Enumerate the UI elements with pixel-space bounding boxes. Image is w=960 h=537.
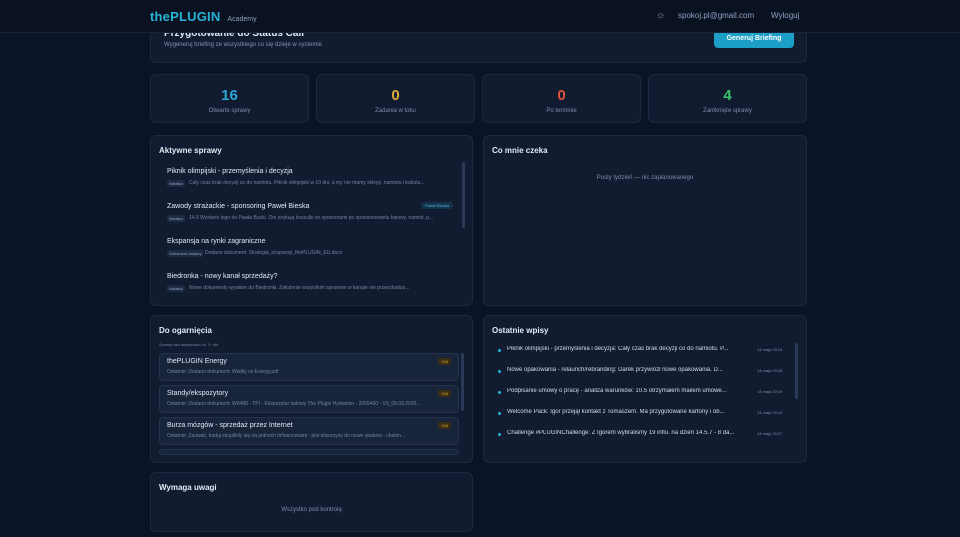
stat-overdue[interactable]: 0 Po terminie <box>482 74 641 123</box>
case-tag: Notatka <box>167 285 185 292</box>
bullet-dot <box>498 349 501 352</box>
case-description: Cały czas brak decyzji co do namiotu. Pi… <box>189 180 425 186</box>
stale-days-badge: 43d <box>438 422 451 429</box>
recent-entry[interactable]: Welcome Pack: Igor przejął kontakt z Tom… <box>498 409 794 421</box>
todo-title: thePLUGIN Energy <box>167 358 227 365</box>
stat-tasks-in-progress[interactable]: 0 Zadania w toku <box>316 74 475 123</box>
case-title: Zawody strażackie - sponsoring Paweł Bie… <box>167 203 310 210</box>
entry-text: Challenge #PLUGINChallenge: Z Igorem wyb… <box>507 430 735 436</box>
case-description: Nowe dokumenty wysłane do Biedronki. Zał… <box>189 285 410 291</box>
upcoming-panel: Co mnie czeka Pusty tydzień — nic zaplan… <box>483 135 807 306</box>
todo-description: Ostatnie: Dodano dokument: W0488 - TPI -… <box>167 401 421 407</box>
user-email: spokoj.pl@gmail.com <box>678 11 755 20</box>
brand-name: thePLUGIN <box>150 9 221 24</box>
case-item[interactable]: Biedronka - nowy kanał sprzedaży? Notatk… <box>159 269 461 301</box>
recent-entries-panel: Ostatnie wpisy Piknik olimpijski - przem… <box>483 315 807 463</box>
todo-description: Ostatnie: Dodano dokument: Wiality vs En… <box>167 369 279 375</box>
stale-days-badge: 43d <box>438 358 451 365</box>
top-navigation-bar: thePLUGIN Academy ☼ spokoj.pl@gmail.com W… <box>0 0 960 33</box>
case-description: Dodano dokument: Strategia_ekspansji_the… <box>205 250 343 256</box>
case-title: Piknik olimpijski - przemyślenia i decyz… <box>167 168 293 175</box>
todo-item-partial[interactable] <box>159 449 459 455</box>
bullet-dot <box>498 433 501 436</box>
panel-title: Aktywne sprawy <box>159 146 222 155</box>
stat-label: Po terminie <box>546 108 577 114</box>
todo-title: Standy/ekspozytory <box>167 390 229 397</box>
panel-title: Co mnie czeka <box>492 146 548 155</box>
scrollbar[interactable] <box>462 162 465 228</box>
stat-value: 4 <box>723 87 732 104</box>
panel-title: Wymaga uwagi <box>159 483 217 492</box>
recent-entry[interactable]: Challenge #PLUGINChallenge: Z Igorem wyb… <box>498 430 794 442</box>
sun-icon[interactable]: ☼ <box>656 10 665 21</box>
logout-link[interactable]: Wyloguj <box>771 11 799 20</box>
entry-text: Piknik olimpijski - przemyślenia i decyz… <box>507 346 729 352</box>
panel-title: Ostatnie wpisy <box>492 326 549 335</box>
entry-text: Welcome Pack: Igor przejął kontakt z Tom… <box>507 409 725 415</box>
stat-label: Zadania w toku <box>375 108 416 114</box>
panel-title: Do ogarnięcia <box>159 326 212 335</box>
bullet-dot <box>498 412 501 415</box>
brand-subtitle: Academy <box>227 16 257 23</box>
case-title: Ekspansja na rynki zagraniczne <box>167 238 266 245</box>
entry-text: Nowe opakowania - relaunch/rebranding: D… <box>507 367 723 373</box>
scrollbar[interactable] <box>795 343 798 399</box>
todo-description: Ostatnie: Zauważ, buduj skuplikliy się n… <box>167 433 406 439</box>
stat-open-cases[interactable]: 16 Otwarte sprawy <box>150 74 309 123</box>
brand-logo[interactable]: thePLUGIN Academy <box>150 9 257 24</box>
todo-item[interactable]: Standy/ekspozytory 43d Ostatnie: Dodano … <box>159 385 459 413</box>
recent-entry[interactable]: Podpisanie umowy o pracę - analiza warun… <box>498 388 794 400</box>
attention-panel: Wymaga uwagi Wszystko pod kontrolą <box>150 472 473 532</box>
case-tag: Dokument dodany <box>167 250 204 257</box>
scrollbar[interactable] <box>461 353 464 411</box>
bullet-dot <box>498 391 501 394</box>
case-title: Biedronka - nowy kanał sprzedaży? <box>167 273 278 280</box>
stat-value: 0 <box>391 87 400 104</box>
todo-panel: Do ogarnięcia Sprawy bez aktywności od 7… <box>150 315 473 463</box>
status-call-subtitle: Wygeneruj briefing ze wszystkiego co się… <box>164 42 323 48</box>
active-cases-panel: Aktywne sprawy Piknik olimpijski - przem… <box>150 135 473 306</box>
case-item[interactable]: Zawody strażackie - sponsoring Paweł Bie… <box>159 199 461 231</box>
empty-state-text: Wszystko pod kontrolą <box>281 507 342 513</box>
entry-date: 13 maja 20:07 <box>757 431 783 436</box>
case-tag: Notatka <box>167 215 185 222</box>
case-person-badge: Paweł Bieska <box>420 202 453 209</box>
todo-title: Burza mózgów - sprzedaż przez Internet <box>167 422 293 429</box>
todo-hint: Sprawy bez aktywności od 7+ dni <box>159 342 219 347</box>
case-item[interactable]: Ekspansja na rynki zagraniczne Dokument … <box>159 234 461 266</box>
empty-state-text: Pusty tydzień — nic zaplanowanego <box>596 175 694 181</box>
recent-entry[interactable]: Nowe opakowania - relaunch/rebranding: D… <box>498 367 794 379</box>
entry-date: 14 maja 20:28 <box>757 368 783 373</box>
case-item[interactable]: Piknik olimpijski - przemyślenia i decyz… <box>159 164 461 196</box>
entry-date: 14 maja 20:19 <box>757 389 783 394</box>
case-tag: Notatka <box>167 180 185 187</box>
recent-entry[interactable]: Piknik olimpijski - przemyślenia i decyz… <box>498 346 794 358</box>
todo-item[interactable]: Burza mózgów - sprzedaż przez Internet 4… <box>159 417 459 445</box>
stat-label: Otwarte sprawy <box>208 108 251 114</box>
stat-closed-cases[interactable]: 4 Zamknięte sprawy <box>648 74 807 123</box>
entry-text: Podpisanie umowy o pracę - analiza warun… <box>507 388 727 394</box>
case-description: 14.5 Wysłano logo do Pawła Bucki. Oni sz… <box>189 215 434 221</box>
entry-date: 14 maja 20:24 <box>757 347 783 352</box>
todo-item[interactable]: thePLUGIN Energy 43d Ostatnie: Dodano do… <box>159 353 459 381</box>
stat-label: Zamknięte sprawy <box>703 108 752 114</box>
bullet-dot <box>498 370 501 373</box>
entry-date: 14 maja 20:10 <box>757 410 783 415</box>
stat-value: 0 <box>557 87 566 104</box>
stale-days-badge: 43d <box>438 390 451 397</box>
stat-value: 16 <box>221 87 238 104</box>
